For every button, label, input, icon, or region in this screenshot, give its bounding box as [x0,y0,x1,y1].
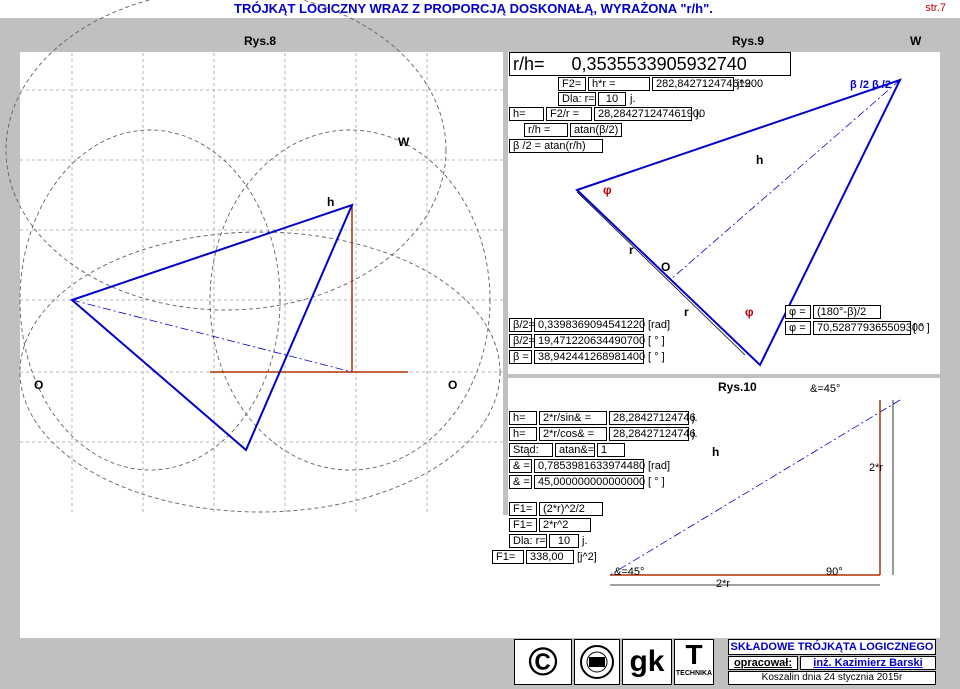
gk-logo-icon [574,639,620,685]
rh2-label: r/h = [524,123,568,137]
phi-formula: (180°-β)/2 [813,305,881,319]
rys8-h: h [327,195,335,209]
phi-unit: [ ° ] [913,322,930,334]
rys9-r2: r [684,305,689,319]
dla-label: Dla: r= [558,92,596,106]
dla-unit: j. [630,93,636,105]
h1-label: h= [509,411,537,425]
rys9-r: r [629,243,634,257]
rys8-triangle [70,203,354,452]
dla-value: 10 [598,92,626,106]
rys10-angle90: 90° [826,566,843,578]
stad-formula: atan&= [555,443,595,457]
b2rad-unit: [rad] [648,319,671,331]
rys10-O: O [448,378,458,392]
b2deg-label: β/2= [509,334,535,348]
h2-value: 28,28427124746 [609,427,696,441]
rys10-angle45-top: &=45° [810,383,841,395]
phi-label: φ = [785,321,811,335]
rys9-phi2: φ [745,305,754,319]
footer-line2-name: inż. Kazimierz Barski [800,656,936,670]
rys9-phi: φ [603,183,612,197]
amp-deg-label: & = [509,475,532,489]
rys10-angle45-bottom: &=45° [614,566,645,578]
f1a-label: F1= [509,502,537,516]
f1a-formula: (2*r)^2/2 [539,502,603,516]
h2-formula: 2*r/cos& = [539,427,607,441]
phi-formula-label: φ = [785,305,811,319]
rys10-h: h [712,445,720,459]
amp-rad-unit: [rad] [648,460,671,472]
f1dla-value: 10 [549,534,579,548]
h2-label: h= [509,427,537,441]
h1-value: 28,28427124746 [609,411,696,425]
rys8-grid [20,53,503,512]
h-formula: F2/r = [546,107,592,121]
footer-line1: SKŁADOWE TRÓJKĄTA LOGICZNEGO [728,639,936,655]
f1-value: 338,00 [526,550,574,564]
phi-value: 70,528779365509300 [813,321,924,335]
rys9-beta-half: β /2 β /2 [850,79,891,91]
rh-box: r/h= 0,3535533905932740 [509,52,791,76]
rys10-two-r-bottom: 2*r [716,578,731,590]
beta-label: β = [509,350,532,364]
f1-label: F1= [492,550,524,564]
technika-T: T [685,639,703,670]
footer-line2-label: opracował: [728,656,798,670]
rys10-label: Rys.10 [718,380,757,394]
geometry-drawing [5,0,902,586]
rys9-h: h [756,153,764,167]
f1dla-label: Dla: r= [509,534,547,548]
rh-value: 0,3535533905932740 [571,54,747,74]
f2-label: F2= [558,77,586,91]
rys10-two-r-side: 2*r [869,462,884,474]
b2deg-unit: [ ° ] [648,335,665,347]
rys8-O: O [34,378,44,392]
h-label: h= [509,107,544,121]
f2-unit: j^2 [737,78,751,90]
h2-unit: j. [692,428,698,440]
stad-label: Stąd: [509,443,553,457]
h-unit: j. [696,108,702,120]
h-value: 28,284271247461900 [594,107,705,121]
gk-text: gk [622,639,672,685]
f1b-label: F1= [509,518,537,532]
h1-formula: 2*r/sin& = [539,411,607,425]
rys8-W: W [398,135,410,149]
rh2-formula: atan(β/2) [570,123,622,137]
f2-value: 282,84271247461900 [652,77,763,91]
copyright-icon: © [514,639,572,685]
amp-rad-label: & = [509,459,532,473]
rh-label: r/h= [513,54,545,74]
b2deg-value: 19,471220634490700 [534,334,645,348]
beta-unit: [ ° ] [648,351,665,363]
footer-line3: Koszalin dnia 24 stycznia 2015r [728,671,936,685]
rys9-W: W [910,34,922,48]
b2rad-value: 0,3398369094541220 [534,318,645,332]
gk-seal-icon [580,645,614,679]
rys9-O: O [661,260,671,274]
amp-deg-value: 45,000000000000000 [534,475,645,489]
amp-rad-value: 0,7853981633974480 [534,459,645,473]
b2rad-label: β/2= [509,318,535,332]
beta2-formula: β /2 = atan(r/h) [509,139,603,153]
f2-formula: h*r = [588,77,650,91]
amp-deg-unit: [ ° ] [648,476,665,488]
technika-logo: T TECHNIKA [674,639,714,685]
f1-unit: [j^2] [577,551,597,563]
h1-unit: j. [692,412,698,424]
page: TRÓJKĄT LOGICZNY WRAZ Z PROPORCJĄ DOSKON… [0,0,960,685]
stad-value: 1 [597,443,625,457]
f1dla-unit: j. [582,535,588,547]
technika-text: TECHNIKA [675,670,713,677]
beta-value: 38,942441268981400 [534,350,645,364]
f1b-formula: 2*r^2 [539,518,591,532]
